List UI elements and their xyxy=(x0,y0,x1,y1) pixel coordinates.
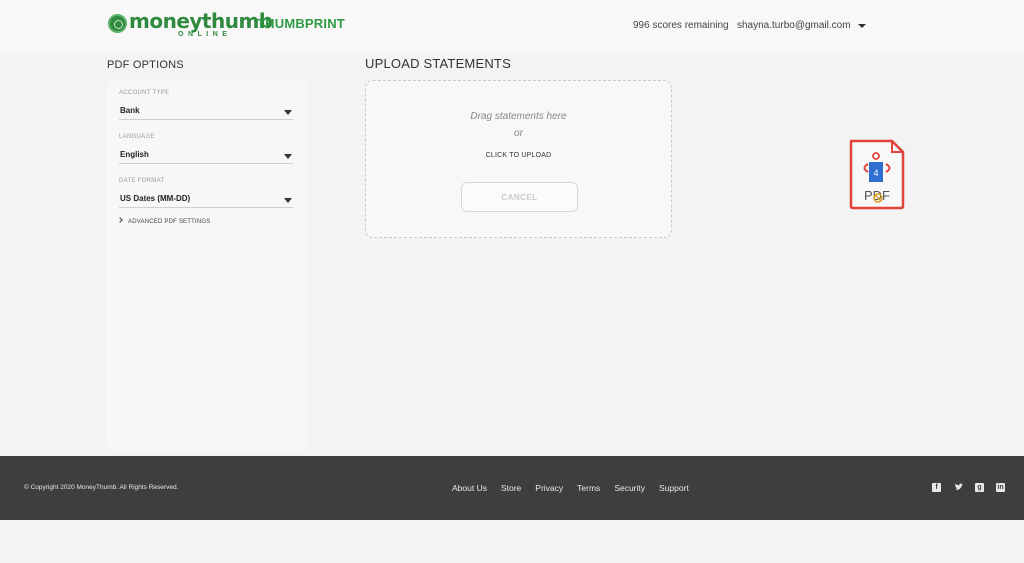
upload-dropzone[interactable]: Drag statements here or CLICK TO UPLOAD … xyxy=(365,80,672,238)
footer-link-support[interactable]: Support xyxy=(659,483,689,493)
pdf-label: PDF xyxy=(864,188,890,203)
footer-link-security[interactable]: Security xyxy=(614,483,645,493)
language-select[interactable]: English xyxy=(119,148,293,164)
caret-down-icon[interactable] xyxy=(858,24,866,28)
advanced-pdf-settings-label: ADVANCED PDF SETTINGS xyxy=(128,219,211,225)
caret-down-icon xyxy=(284,154,292,159)
cancel-button[interactable]: CANCEL xyxy=(461,182,578,212)
facebook-icon[interactable]: f xyxy=(932,483,941,492)
drag-count-badge: 4 xyxy=(873,168,878,178)
drag-hint: Drag statements here xyxy=(470,111,567,122)
account-type-value: Bank xyxy=(120,106,140,115)
caret-down-icon xyxy=(284,198,292,203)
app-header: moneythumb ONLINE · THUMBPRINT 996 score… xyxy=(0,0,1024,52)
footer-links: About Us Store Privacy Terms Security Su… xyxy=(452,483,689,493)
chevron-right-icon xyxy=(117,217,123,223)
caret-down-icon xyxy=(284,110,292,115)
account-type-label: ACCOUNT TYPE xyxy=(119,90,170,96)
footer-link-about-us[interactable]: About Us xyxy=(452,483,487,493)
pdf-options-title: PDF OPTIONS xyxy=(107,59,184,71)
footer-link-terms[interactable]: Terms xyxy=(577,483,600,493)
site-footer: © Copyright 2020 MoneyThumb. All Rights … xyxy=(0,456,1024,520)
thumbprint-logo-icon xyxy=(108,14,127,33)
footer-link-privacy[interactable]: Privacy xyxy=(535,483,563,493)
advanced-pdf-settings-toggle[interactable]: ADVANCED PDF SETTINGS xyxy=(117,217,211,225)
google-plus-icon[interactable]: g xyxy=(975,483,984,492)
page-bottom xyxy=(0,520,1024,563)
date-format-select[interactable]: US Dates (MM-DD) xyxy=(119,192,293,208)
logo-wordmark: moneythumb xyxy=(129,9,273,33)
scores-remaining: 996 scores remaining xyxy=(633,20,729,31)
logo-subtitle: ONLINE xyxy=(178,31,232,38)
dragged-pdf-file-icon[interactable]: 4 PDF xyxy=(848,138,906,210)
date-format-value: US Dates (MM-DD) xyxy=(120,194,191,203)
linkedin-icon[interactable]: in xyxy=(996,483,1005,492)
or-text: or xyxy=(514,128,523,139)
footer-link-store[interactable]: Store xyxy=(501,483,521,493)
language-value: English xyxy=(120,150,149,159)
language-label: LANGUAGE xyxy=(119,134,155,140)
pdf-file-icon: 4 PDF xyxy=(849,139,905,210)
moneythumb-logo[interactable]: moneythumb ONLINE xyxy=(108,10,273,40)
copyright-text: © Copyright 2020 MoneyThumb. All Rights … xyxy=(24,484,179,491)
product-name: THUMBPRINT xyxy=(257,16,345,31)
twitter-icon[interactable] xyxy=(954,483,963,492)
brand-separator: · xyxy=(246,16,251,31)
upload-statements-title: UPLOAD STATEMENTS xyxy=(365,56,511,71)
account-type-select[interactable]: Bank xyxy=(119,104,293,120)
user-menu[interactable]: shayna.turbo@gmail.com xyxy=(737,20,851,31)
date-format-label: DATE FORMAT xyxy=(119,178,165,184)
pdf-options-panel: ACCOUNT TYPE Bank LANGUAGE English DATE … xyxy=(106,80,307,450)
click-to-upload-link[interactable]: CLICK TO UPLOAD xyxy=(366,152,671,159)
